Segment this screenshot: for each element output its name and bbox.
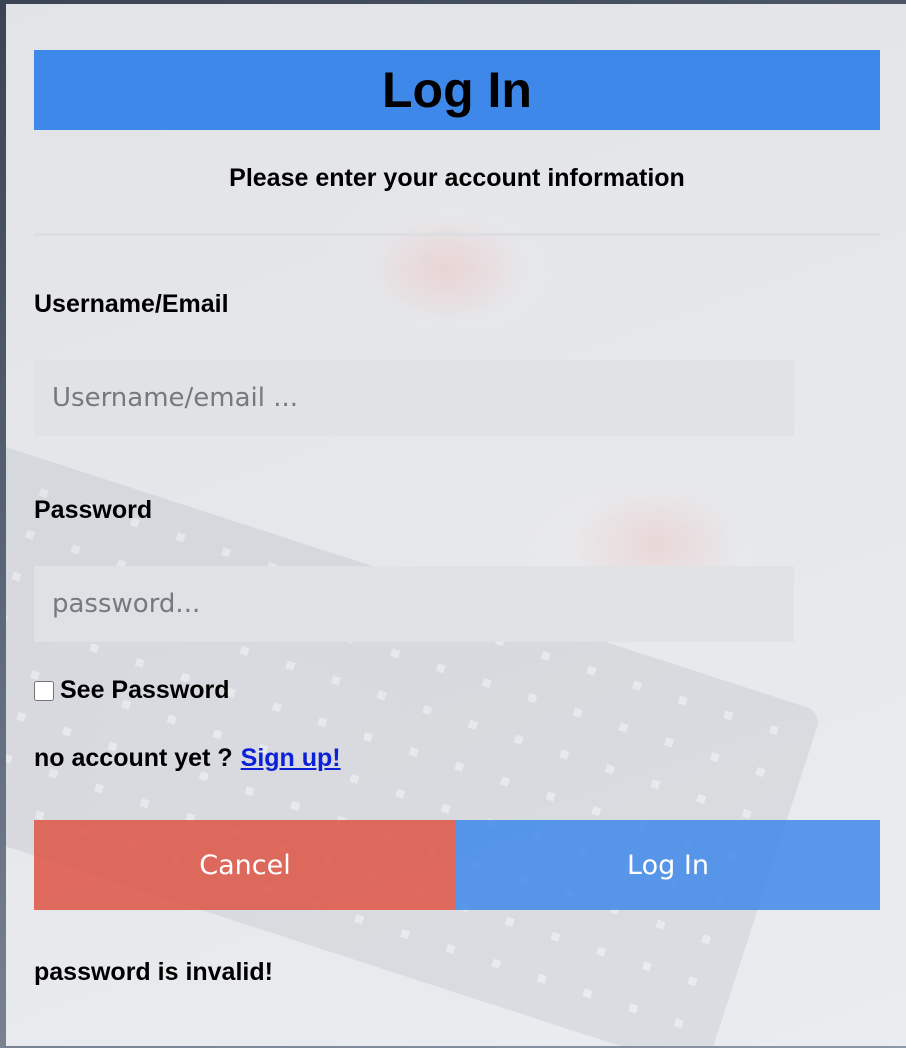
username-label: Username/Email xyxy=(34,290,229,318)
error-message: password is invalid! xyxy=(34,958,273,986)
see-password-label[interactable]: See Password xyxy=(60,676,230,705)
divider xyxy=(34,233,880,236)
password-label: Password xyxy=(34,496,153,524)
password-input[interactable] xyxy=(34,566,794,642)
username-input[interactable] xyxy=(34,360,794,436)
modal-title: Log In xyxy=(382,62,532,118)
see-password-row: See Password xyxy=(34,676,230,705)
signup-link[interactable]: Sign up! xyxy=(241,744,341,772)
cancel-button[interactable]: Cancel xyxy=(34,820,456,910)
background-glow xyxy=(366,214,526,324)
login-button[interactable]: Log In xyxy=(456,820,880,910)
see-password-checkbox[interactable] xyxy=(34,680,54,701)
modal-subtitle: Please enter your account information xyxy=(229,164,685,192)
signup-prompt: no account yet ? xyxy=(34,744,233,772)
signup-row: no account yet ? Sign up! xyxy=(34,744,341,773)
modal-header: Log In xyxy=(34,50,880,130)
login-modal: Log In Please enter your account informa… xyxy=(6,4,906,1046)
